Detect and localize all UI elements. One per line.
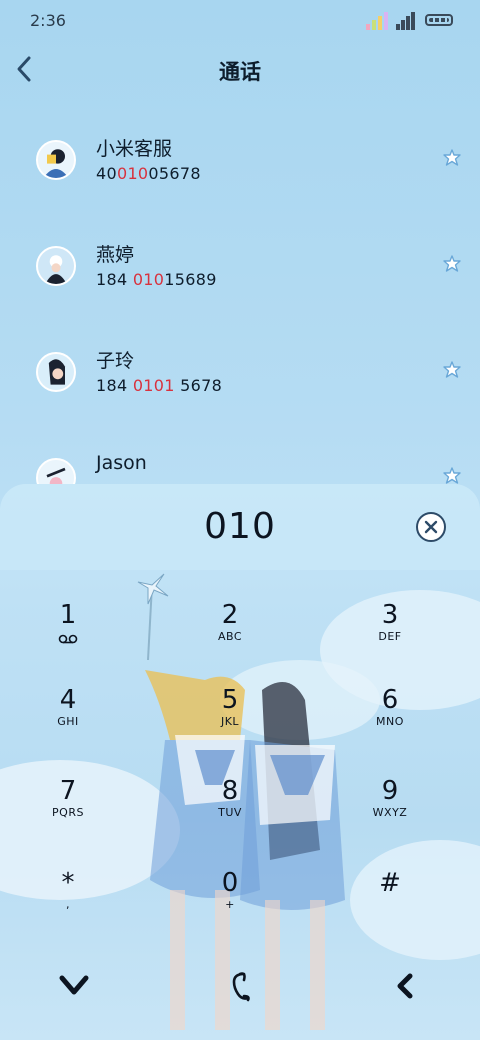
battery-icon (425, 14, 453, 26)
contact-item[interactable]: 小米客服 4001005678 (0, 138, 480, 230)
dial-key-4[interactable]: 4 GHI (8, 685, 128, 765)
avatar (36, 140, 76, 180)
contact-item[interactable]: 燕婷 184 01015689 (0, 244, 480, 336)
avatar (36, 246, 76, 286)
signal-strength-icon (366, 12, 388, 30)
clear-button[interactable] (416, 512, 446, 542)
dial-key-star[interactable]: * , (8, 868, 128, 948)
contact-name: Jason (96, 452, 147, 474)
dial-panel: 010 1 2 ABC 3 DEF 4 GHI 5 JKL 6 MNO 7 PQ… (0, 484, 480, 1040)
dial-key-2[interactable]: 2 ABC (170, 600, 290, 680)
dial-input-bar: 010 (0, 484, 480, 570)
favorite-flower-icon[interactable] (442, 360, 462, 380)
favorite-flower-icon[interactable] (442, 254, 462, 274)
contact-name: 燕婷 (96, 244, 135, 266)
dial-key-3[interactable]: 3 DEF (330, 600, 450, 680)
contact-number: 184 01015689 (96, 270, 217, 289)
backspace-chevron-icon[interactable] (386, 966, 426, 1006)
avatar (36, 352, 76, 392)
status-time: 2:36 (30, 11, 66, 30)
dial-key-9[interactable]: 9 WXYZ (330, 776, 450, 856)
contact-number: 4001005678 (96, 164, 201, 183)
favorite-flower-icon[interactable] (442, 466, 462, 486)
dial-key-8[interactable]: 8 TUV (170, 776, 290, 856)
contact-number: 184 0101 5678 (96, 376, 223, 395)
cellular-icon (396, 12, 415, 30)
favorite-flower-icon[interactable] (442, 148, 462, 168)
dial-key-0[interactable]: 0 + (170, 868, 290, 948)
dial-key-7[interactable]: 7 PQRS (8, 776, 128, 856)
dial-key-hash[interactable]: # (330, 868, 450, 948)
contact-item[interactable]: 子玲 184 0101 5678 (0, 350, 480, 442)
contact-name: 小米客服 (96, 138, 173, 160)
page-title: 通话 (219, 60, 261, 84)
collapse-keypad-chevron-icon[interactable] (54, 966, 94, 1006)
phone-call-icon[interactable] (220, 966, 260, 1006)
dialed-number: 010 (204, 506, 276, 547)
voicemail-icon (58, 634, 78, 644)
dial-key-5[interactable]: 5 JKL (170, 685, 290, 765)
dial-key-1[interactable]: 1 (8, 600, 128, 680)
close-icon (424, 520, 438, 534)
status-bar: 2:36 (0, 0, 480, 42)
contact-name: 子玲 (96, 350, 135, 372)
dial-key-6[interactable]: 6 MNO (330, 685, 450, 765)
